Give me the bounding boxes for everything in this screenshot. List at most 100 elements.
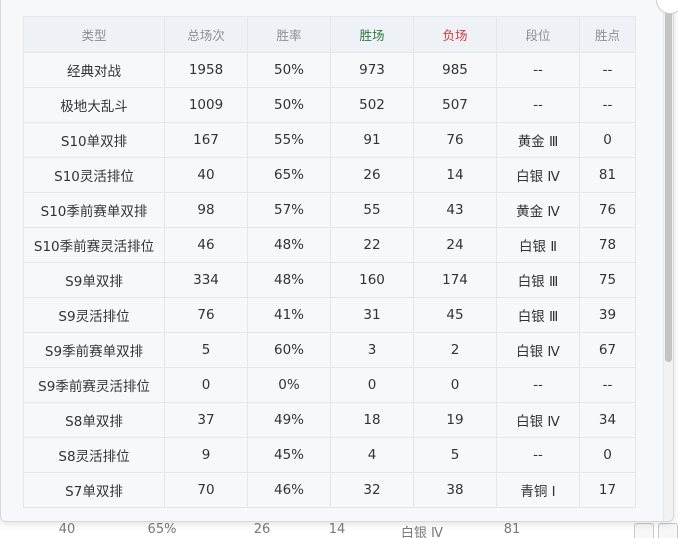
cell-winrate: 41% <box>247 297 331 333</box>
bg-wins: 26 <box>253 522 271 537</box>
cell-rank: 白银 Ⅲ <box>496 297 580 333</box>
cell-losses: 5 <box>413 437 497 473</box>
cell-type: S10单双排 <box>23 122 165 158</box>
cell-type: S10灵活排位 <box>23 157 165 193</box>
cell-type: 极地大乱斗 <box>23 87 165 123</box>
ranked-stats-popup: 类型 总场次 胜率 胜场 负场 段位 胜点 经典对战 1958 50% 973 985-… <box>0 0 674 522</box>
cell-losses: 0 <box>413 367 497 403</box>
cell-total: 46 <box>164 227 248 263</box>
cell-type: S10季前赛灵活排位 <box>23 227 165 263</box>
scrollbar-thumb[interactable] <box>665 2 672 362</box>
cell-wins: 3 <box>330 332 414 368</box>
cell-rank: -- <box>496 367 580 403</box>
cell-winrate: 48% <box>247 227 331 263</box>
cell-points: 67 <box>579 332 636 368</box>
table-body: 经典对战 1958 50% 973 985 -- -- 极地大乱斗 1009 50% 502 507-… <box>23 52 636 508</box>
cell-points: 75 <box>579 262 636 298</box>
cell-type: S8灵活排位 <box>23 437 165 473</box>
bg-rank: 白银 Ⅳ <box>400 526 444 538</box>
cell-type: 经典对战 <box>23 52 165 88</box>
cell-rank: 白银 Ⅳ <box>496 332 580 368</box>
cell-wins: 4 <box>330 437 414 473</box>
bg-winrate: 65% <box>147 522 177 537</box>
cell-wins: 0 <box>330 367 414 403</box>
header-rank: 段位 <box>496 16 580 53</box>
cell-rank: 黄金 Ⅳ <box>496 192 580 228</box>
cell-total: 334 <box>164 262 248 298</box>
cell-winrate: 46% <box>247 472 331 508</box>
cell-total: 70 <box>164 472 248 508</box>
background-page-button[interactable] <box>634 523 654 538</box>
vertical-scrollbar[interactable] <box>663 0 673 521</box>
table-row: S10灵活排位 40 65% 26 14 白银 Ⅳ 81 <box>23 157 636 193</box>
cell-points: -- <box>579 52 636 88</box>
cell-wins: 160 <box>330 262 414 298</box>
cell-points: 0 <box>579 122 636 158</box>
table-row: 极地大乱斗 1009 50% 502 507 -- -- <box>23 87 636 123</box>
cell-losses: 14 <box>413 157 497 193</box>
cell-total: 9 <box>164 437 248 473</box>
table-row: S10季前赛单双排 98 57% 55 43 黄金 Ⅳ 76 <box>23 192 636 228</box>
cell-points: 34 <box>579 402 636 438</box>
bg-total: 40 <box>58 522 76 537</box>
cell-points: 81 <box>579 157 636 193</box>
table-row: S9季前赛灵活排位 0 0% 0 0 -- -- <box>23 367 636 403</box>
cell-winrate: 48% <box>247 262 331 298</box>
cell-winrate: 60% <box>247 332 331 368</box>
header-wins: 胜场 <box>330 16 414 53</box>
cell-total: 1009 <box>164 87 248 123</box>
cell-rank: -- <box>496 52 580 88</box>
cell-wins: 31 <box>330 297 414 333</box>
background-page-row: 40 65% 26 14 白银 Ⅳ 81 <box>0 520 678 538</box>
cell-losses: 985 <box>413 52 497 88</box>
cell-winrate: 0% <box>247 367 331 403</box>
cell-points: -- <box>579 367 636 403</box>
cell-type: S10季前赛单双排 <box>23 192 165 228</box>
cell-wins: 502 <box>330 87 414 123</box>
cell-winrate: 50% <box>247 87 331 123</box>
cell-wins: 973 <box>330 52 414 88</box>
cell-losses: 24 <box>413 227 497 263</box>
header-winrate: 胜率 <box>247 16 331 53</box>
table-row: S7单双排 70 46% 32 38 青铜 Ⅰ 17 <box>23 472 636 508</box>
cell-points: -- <box>579 87 636 123</box>
cell-points: 76 <box>579 192 636 228</box>
cell-wins: 26 <box>330 157 414 193</box>
cell-winrate: 65% <box>247 157 331 193</box>
cell-losses: 76 <box>413 122 497 158</box>
header-type: 类型 <box>23 16 165 53</box>
cell-type: S9灵活排位 <box>23 297 165 333</box>
cell-total: 37 <box>164 402 248 438</box>
cell-losses: 38 <box>413 472 497 508</box>
cell-total: 98 <box>164 192 248 228</box>
table-row: S8单双排 37 49% 18 19 白银 Ⅳ 34 <box>23 402 636 438</box>
cell-losses: 19 <box>413 402 497 438</box>
cell-total: 167 <box>164 122 248 158</box>
cell-rank: 白银 Ⅱ <box>496 227 580 263</box>
header-losses: 负场 <box>413 16 497 53</box>
cell-rank: -- <box>496 437 580 473</box>
background-table-row: 40 65% 26 14 白银 Ⅳ 81 <box>22 522 542 538</box>
table-row: S9季前赛单双排 5 60% 3 2 白银 Ⅳ 67 <box>23 332 636 368</box>
cell-winrate: 50% <box>247 52 331 88</box>
cell-losses: 507 <box>413 87 497 123</box>
cell-losses: 43 <box>413 192 497 228</box>
cell-wins: 55 <box>330 192 414 228</box>
cell-rank: 白银 Ⅲ <box>496 262 580 298</box>
cell-winrate: 55% <box>247 122 331 158</box>
cell-losses: 174 <box>413 262 497 298</box>
cell-points: 78 <box>579 227 636 263</box>
table-header-row: 类型 总场次 胜率 胜场 负场 段位 胜点 <box>23 16 636 53</box>
table-row: S9灵活排位 76 41% 31 45 白银 Ⅲ 39 <box>23 297 636 333</box>
cell-points: 39 <box>579 297 636 333</box>
cell-rank: 白银 Ⅳ <box>496 157 580 193</box>
cell-total: 40 <box>164 157 248 193</box>
table-row: S9单双排 334 48% 160 174 白银 Ⅲ 75 <box>23 262 636 298</box>
table-row: S8灵活排位 9 45% 4 5 -- 0 <box>23 437 636 473</box>
header-total: 总场次 <box>164 16 248 53</box>
cell-losses: 45 <box>413 297 497 333</box>
cell-losses: 2 <box>413 332 497 368</box>
background-page-button-2[interactable] <box>658 523 678 538</box>
cell-rank: 黄金 Ⅲ <box>496 122 580 158</box>
cell-points: 0 <box>579 437 636 473</box>
